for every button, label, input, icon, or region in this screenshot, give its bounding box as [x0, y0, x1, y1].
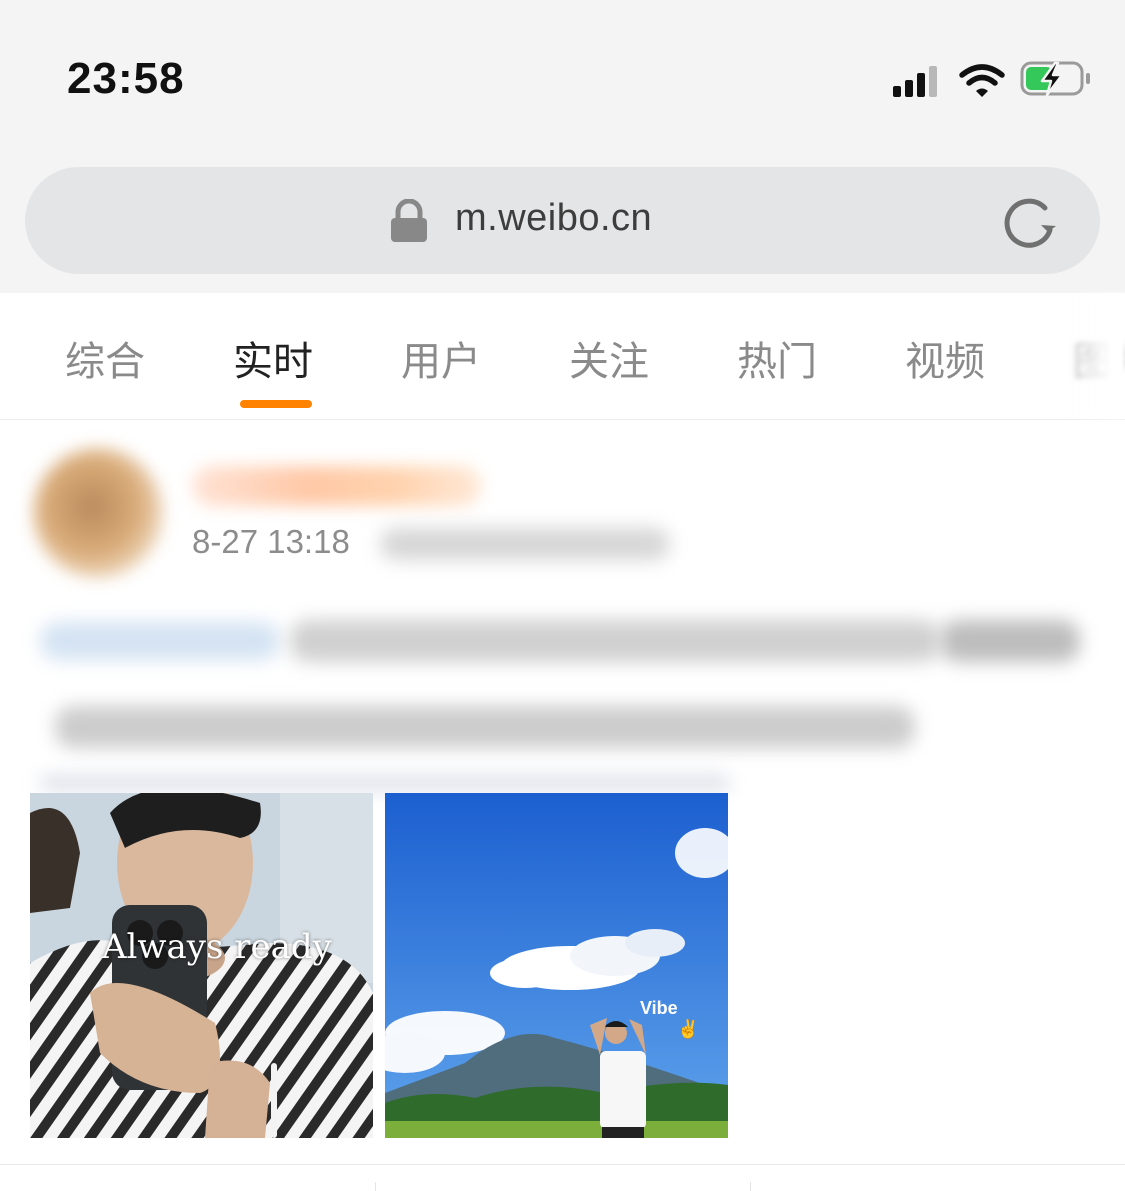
tab-videos[interactable]: 视频: [905, 329, 985, 387]
post-text-redacted-line-2: [55, 706, 915, 748]
photo-landscape-graphic: [385, 793, 728, 1138]
cellular-signal-icon: [893, 66, 937, 97]
post-source-redacted: [380, 528, 670, 560]
peace-sign-icon: ✌: [677, 1019, 700, 1039]
action-bar-separator-1: [375, 1182, 376, 1191]
tab-following[interactable]: 关注: [569, 329, 649, 387]
tab-users[interactable]: 用户: [401, 329, 481, 387]
post-divider: [0, 1164, 1125, 1165]
lock-icon: [391, 199, 427, 242]
tab-fade-overlay: [1065, 293, 1125, 419]
post-text-redacted-line-1c: [940, 620, 1080, 662]
post-timestamp: 8-27 13:18: [192, 523, 350, 560]
wifi-icon: [959, 64, 1005, 97]
active-tab-indicator: [240, 400, 312, 408]
search-tabs: 综合 实时 用户 关注 热门 视频 图片: [0, 293, 1125, 420]
image-2-caption: Vibe: [640, 998, 678, 1018]
post-text-redacted-line-3: [40, 776, 730, 790]
tab-trending[interactable]: 热门: [737, 329, 817, 387]
tab-comprehensive[interactable]: 综合: [65, 329, 145, 387]
status-time: 23:58: [67, 54, 185, 103]
image-1-caption: Always ready: [102, 927, 332, 967]
reload-icon[interactable]: [998, 192, 1062, 256]
username-redacted[interactable]: [192, 466, 482, 506]
post-image-1[interactable]: Always ready: [30, 793, 373, 1138]
battery-charging-icon: [1020, 61, 1090, 97]
avatar[interactable]: [33, 448, 163, 578]
url-text[interactable]: m.weibo.cn: [455, 197, 652, 240]
action-bar-separator-2: [750, 1182, 751, 1191]
browser-chrome: 23:58 m.weibo.cn: [0, 0, 1125, 293]
post-text-redacted-line-1: [40, 622, 280, 660]
post-text-redacted-line-1b: [290, 620, 940, 662]
tab-realtime[interactable]: 实时: [233, 329, 313, 387]
post-image-2[interactable]: Vibe ✌: [385, 793, 728, 1138]
